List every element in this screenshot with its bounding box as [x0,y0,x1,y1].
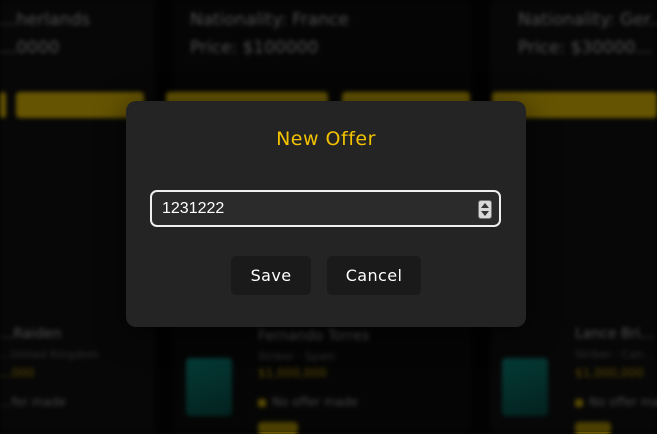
dialog-title: New Offer [276,128,376,150]
spin-down-icon[interactable] [481,211,489,216]
cancel-button[interactable]: Cancel [327,256,421,295]
offer-amount-value: 1231222 [162,200,225,217]
save-button[interactable]: Save [231,256,311,295]
offer-amount-input[interactable]: 1231222 [150,190,501,227]
number-spinner[interactable] [478,200,492,219]
new-offer-dialog: New Offer 1231222 Save Cancel [126,101,526,327]
spin-up-icon[interactable] [481,203,489,208]
